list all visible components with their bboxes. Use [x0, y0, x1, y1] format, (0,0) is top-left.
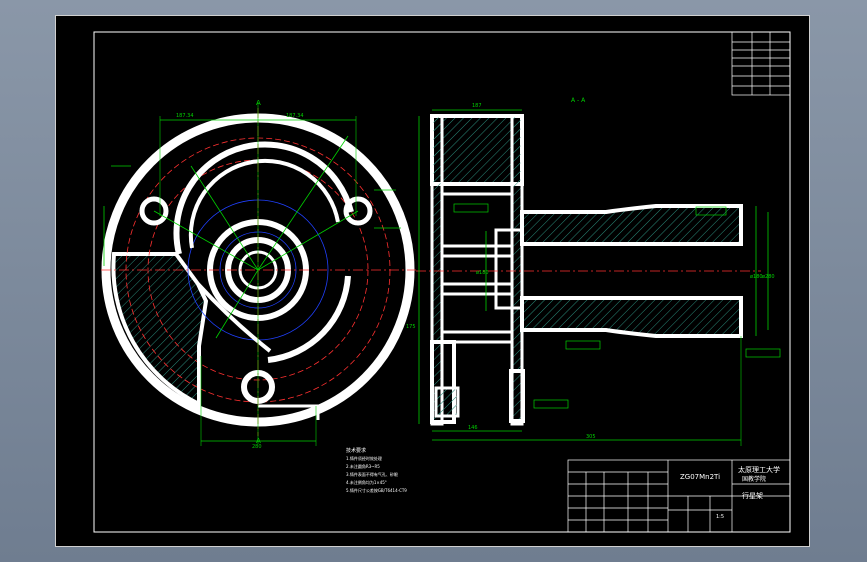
dim-sec-bottom-a: 146: [468, 425, 478, 431]
dim-shaft: ø180: [750, 274, 763, 280]
note-2: 2.未注圆角R3~R5: [346, 463, 380, 469]
dim-top-left: 187.34: [176, 113, 194, 119]
note-5: 5.铸件尺寸公差按GB/T6414-CT9: [346, 487, 407, 493]
section-view: [416, 109, 781, 446]
section-label: A - A: [571, 97, 586, 104]
cad-drawing: A A 187.34 187.34 280 A - A 187 146 305 …: [93, 31, 791, 533]
note-4: 4.未注倒角均为1×45°: [346, 479, 387, 485]
dim-bore: ø180: [476, 270, 489, 276]
revision-table: [731, 31, 791, 96]
dim-outer: ø280: [762, 274, 775, 280]
company-line2: 国教学院: [742, 475, 766, 483]
front-view: [101, 102, 416, 446]
notes-title: 技术要求: [346, 447, 366, 454]
dim-sec-bottom-b: 305: [586, 434, 596, 440]
dim-sec-left: 175: [406, 324, 416, 330]
technical-notes: 技术要求 1.铸件须经时效处理 2.未注圆角R3~R5 3.铸件表面不得有气孔、…: [346, 447, 407, 493]
note-1: 1.铸件须经时效处理: [346, 455, 382, 461]
drawing-sheet: A A 187.34 187.34 280 A - A 187 146 305 …: [55, 15, 810, 547]
material: ZG07Mn2Ti: [680, 473, 720, 481]
section-mark-top: A: [256, 99, 261, 107]
company-line1: 太原理工大学: [738, 465, 780, 474]
note-3: 3.铸件表面不得有气孔、砂眼: [346, 471, 398, 477]
dim-bottom: 280: [252, 444, 262, 450]
scale: 1:5: [716, 514, 724, 520]
dim-sec-top: 187: [472, 103, 482, 109]
dim-top-right: 187.34: [286, 113, 304, 119]
part-name: 行星架: [742, 491, 763, 500]
